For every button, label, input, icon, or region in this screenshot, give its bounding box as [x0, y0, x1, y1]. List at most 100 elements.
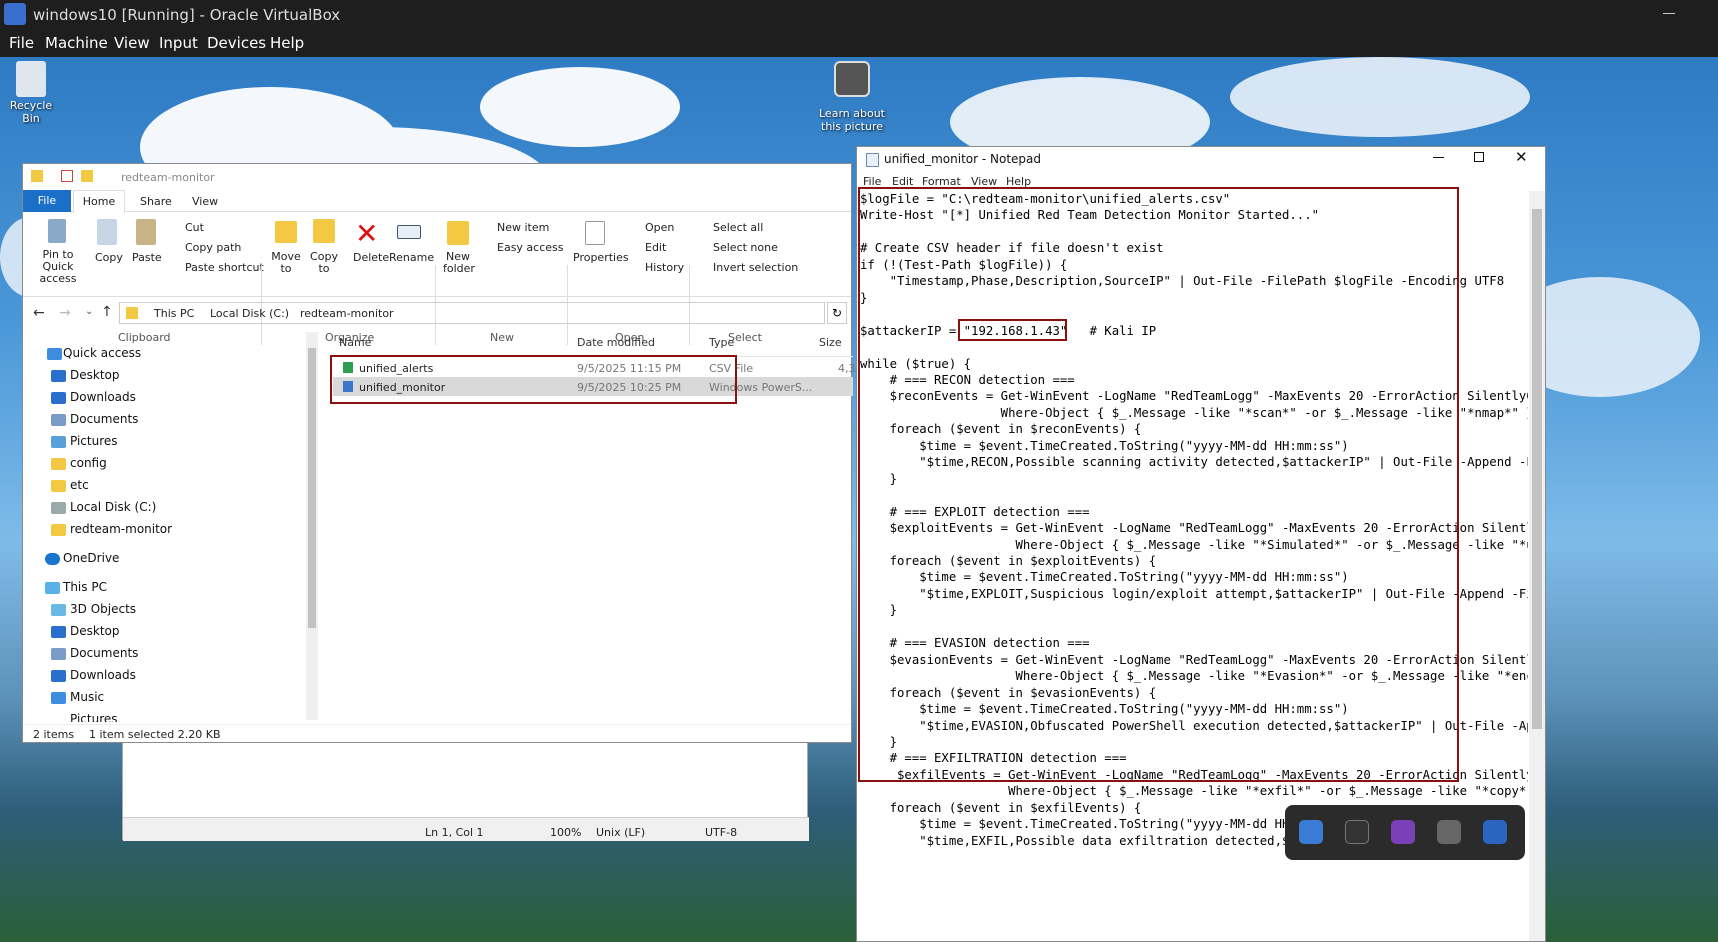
properties-button[interactable]: Properties — [573, 251, 629, 264]
tray-overflow — [1285, 805, 1525, 860]
onedrive-icon[interactable] — [1299, 820, 1323, 844]
nav-scrollbar[interactable] — [306, 332, 318, 720]
open-button[interactable]: Open — [645, 221, 674, 234]
select-none-button[interactable]: Select none — [713, 241, 778, 254]
ip-highlight-box — [958, 319, 1067, 341]
nav-config[interactable]: config — [70, 456, 107, 470]
breadcrumb-local-disk[interactable]: Local Disk (C:) — [210, 307, 289, 320]
line-ending: Unix (LF) — [596, 826, 646, 839]
cloud — [480, 67, 680, 147]
nav-documents[interactable]: Documents — [70, 412, 138, 426]
nav-3d-objects[interactable]: 3D Objects — [70, 602, 136, 616]
easy-access-button[interactable]: Easy access — [497, 241, 564, 254]
folder-icon — [51, 458, 66, 470]
tab-home[interactable]: Home — [73, 190, 125, 213]
paste-shortcut-button[interactable]: Paste shortcut — [185, 261, 264, 274]
maximize-icon[interactable] — [1474, 152, 1484, 162]
nav-pc-documents[interactable]: Documents — [70, 646, 138, 660]
new-folder-button[interactable]: New folder — [443, 251, 475, 275]
nav-downloads[interactable]: Downloads — [70, 390, 136, 404]
cut-button[interactable]: Cut — [185, 221, 204, 234]
nav-music[interactable]: Music — [70, 690, 104, 704]
nav-pictures[interactable]: Pictures — [70, 434, 118, 448]
paste-button[interactable]: Paste — [132, 251, 162, 264]
copy-icon — [97, 219, 117, 245]
menu-file[interactable]: File — [9, 34, 34, 52]
notepad-title: unified_monitor - Notepad — [884, 152, 1042, 166]
edit-button[interactable]: Edit — [645, 241, 666, 254]
selection-info: 1 item selected 2.20 KB — [89, 728, 221, 741]
editor-scrollbar[interactable] — [1529, 191, 1545, 941]
minimize-icon[interactable] — [1663, 13, 1675, 14]
network-icon[interactable] — [1437, 820, 1461, 844]
properties-icon[interactable] — [61, 170, 73, 182]
history-button[interactable]: History — [645, 261, 684, 274]
nav-local-disk[interactable]: Local Disk (C:) — [70, 500, 156, 514]
encoding: UTF-8 — [705, 826, 738, 839]
menu-devices[interactable]: Devices — [207, 34, 266, 52]
recent-chevron-icon[interactable]: ⌄ — [85, 306, 93, 317]
tab-file[interactable]: File — [23, 190, 71, 212]
delete-button[interactable]: Delete — [353, 251, 389, 264]
minimize-icon[interactable] — [1433, 157, 1444, 158]
nav-pc-downloads[interactable]: Downloads — [70, 668, 136, 682]
nav-desktop[interactable]: Desktop — [70, 368, 120, 382]
breadcrumb-this-pc[interactable]: This PC — [154, 307, 194, 320]
pin-quick-access-button[interactable]: Pin to Quick access — [28, 249, 88, 285]
virtualbox-icon — [4, 3, 26, 25]
app-icon[interactable] — [1391, 820, 1415, 844]
drive-icon — [51, 502, 66, 514]
back-icon[interactable]: ← — [33, 305, 45, 321]
copy-button[interactable]: Copy — [95, 251, 123, 264]
nav-etc[interactable]: etc — [70, 478, 89, 492]
recycle-bin[interactable]: Recycle Bin — [0, 61, 62, 125]
new-item-button[interactable]: New item — [497, 221, 549, 234]
up-icon[interactable]: ↑ — [101, 304, 113, 320]
nav-pc-desktop[interactable]: Desktop — [70, 624, 120, 638]
close-icon[interactable]: ✕ — [1515, 148, 1528, 166]
menu-view[interactable]: View — [114, 34, 150, 52]
audio-meter-icon[interactable] — [1345, 820, 1369, 844]
tab-share[interactable]: Share — [140, 195, 172, 208]
copy-to-button[interactable]: Copy to — [309, 251, 339, 275]
cursor-position: Ln 1, Col 1 — [425, 826, 484, 839]
nav-pc-pictures[interactable]: Pictures — [70, 712, 118, 722]
item-count: 2 items — [33, 728, 75, 741]
scrollbar-thumb[interactable] — [1532, 209, 1542, 729]
virtualbox-menubar: File Machine View Input Devices Help — [0, 30, 1718, 57]
breadcrumb-redteam-monitor[interactable]: redteam-monitor — [300, 307, 394, 320]
menu-machine[interactable]: Machine — [45, 34, 108, 52]
menu-input[interactable]: Input — [159, 34, 198, 52]
navigation-pane: Quick access Desktop Downloads Documents… — [23, 330, 323, 722]
column-type[interactable]: Type — [709, 336, 734, 349]
nav-redteam-monitor[interactable]: redteam-monitor — [70, 522, 172, 536]
security-warning-icon[interactable] — [1483, 820, 1507, 844]
onedrive-icon — [45, 553, 60, 565]
menu-help[interactable]: Help — [270, 34, 304, 52]
zoom-level: 100% — [550, 826, 582, 839]
select-all-button[interactable]: Select all — [713, 221, 763, 234]
learn-about-picture[interactable]: Learn about this picture — [815, 61, 889, 133]
rename-button[interactable]: Rename — [389, 251, 434, 264]
column-name[interactable]: Name — [339, 336, 371, 349]
pc-icon — [45, 582, 60, 594]
ribbon-tabs: File Home Share View — [23, 190, 851, 213]
column-date-modified[interactable]: Date modified — [577, 336, 655, 349]
nav-quick-access[interactable]: Quick access — [63, 346, 141, 360]
nav-onedrive[interactable]: OneDrive — [63, 551, 119, 565]
documents-icon — [51, 414, 66, 426]
tab-view[interactable]: View — [192, 195, 218, 208]
refresh-icon[interactable]: ↻ — [827, 302, 847, 324]
forward-icon[interactable]: → — [59, 305, 71, 321]
move-to-button[interactable]: Move to — [271, 251, 301, 275]
invert-selection-button[interactable]: Invert selection — [713, 261, 798, 274]
address-bar[interactable]: This PC Local Disk (C:) redteam-monitor — [119, 302, 825, 324]
column-size[interactable]: Size — [819, 336, 842, 349]
pictures-icon — [51, 436, 66, 448]
notepad-titlebar: unified_monitor - Notepad ✕ — [857, 147, 1545, 173]
scrollbar-thumb[interactable] — [308, 348, 316, 628]
copy-path-button[interactable]: Copy path — [185, 241, 241, 254]
cloud — [1230, 57, 1530, 137]
new-folder-icon[interactable] — [81, 170, 93, 182]
nav-this-pc[interactable]: This PC — [63, 580, 107, 594]
